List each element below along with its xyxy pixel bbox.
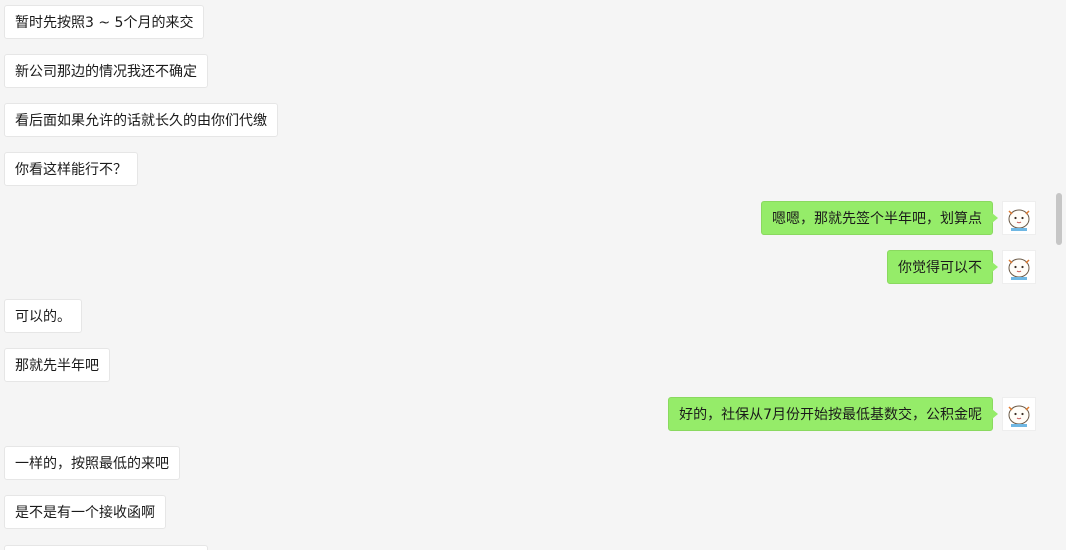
user-avatar-icon[interactable] <box>1002 201 1036 235</box>
chat-message-area[interactable]: 暂时先按照3 ~ 5个月的来交 新公司那边的情况我还不确定 看后面如果允许的话就… <box>0 0 1066 550</box>
incoming-message: 可以的。 <box>4 299 82 333</box>
incoming-message: 是不是有一个接收函啊 <box>4 495 166 529</box>
incoming-message: 那就先半年吧 <box>4 348 110 382</box>
scrollbar-thumb[interactable] <box>1056 193 1062 245</box>
incoming-message: 新公司那边的情况我还不确定 <box>4 54 208 88</box>
user-avatar-icon[interactable] <box>1002 397 1036 431</box>
partially-visible-message <box>4 545 208 550</box>
outgoing-message: 你觉得可以不 <box>887 250 998 284</box>
user-avatar-icon[interactable] <box>1002 250 1036 284</box>
incoming-message: 看后面如果允许的话就长久的由你们代缴 <box>4 103 278 137</box>
incoming-message: 一样的，按照最低的来吧 <box>4 446 180 480</box>
outgoing-message: 嗯嗯，那就先签个半年吧，划算点 <box>761 201 998 235</box>
incoming-message: 你看这样能行不？ <box>4 152 138 186</box>
incoming-message: 暂时先按照3 ~ 5个月的来交 <box>4 5 205 39</box>
outgoing-message: 好的，社保从7月份开始按最低基数交，公积金呢 <box>668 397 998 431</box>
